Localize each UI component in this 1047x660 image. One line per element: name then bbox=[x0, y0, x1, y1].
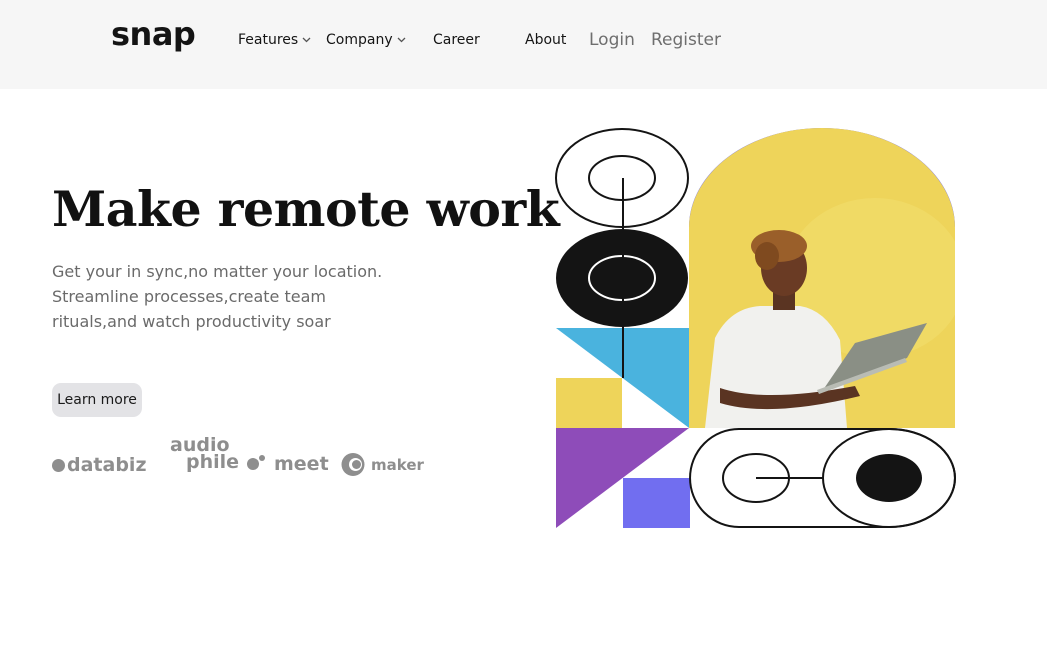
dot-icon bbox=[52, 459, 65, 472]
chevron-down-icon bbox=[302, 37, 311, 43]
hero-subtitle-line: Streamline processes,create team bbox=[52, 287, 326, 306]
hero-subtitle-line: Get your in sync,no matter your location… bbox=[52, 262, 383, 281]
maker-logo: maker bbox=[341, 452, 424, 477]
nav-company-label: Company bbox=[326, 32, 393, 48]
site-header: snap Features Company Career About Login… bbox=[0, 0, 1047, 89]
client-logos: databiz audio phile meet maker bbox=[52, 436, 432, 481]
capsule-outline-shape bbox=[689, 428, 956, 528]
yellow-square-shape bbox=[556, 378, 622, 428]
maker-mark-icon bbox=[341, 453, 365, 476]
dot-icon bbox=[259, 455, 265, 461]
meet-logo: meet bbox=[247, 453, 329, 475]
person-with-laptop-photo bbox=[689, 128, 955, 428]
maker-label: maker bbox=[371, 456, 424, 474]
meet-label: meet bbox=[274, 453, 329, 475]
chevron-down-icon bbox=[397, 37, 406, 43]
databiz-logo: databiz bbox=[52, 454, 147, 476]
hero-illustration bbox=[555, 128, 956, 528]
hero-title: Make remote work bbox=[52, 180, 560, 238]
nav-career[interactable]: Career bbox=[433, 30, 480, 50]
nav-features-label: Features bbox=[238, 32, 299, 48]
brand-logo[interactable]: snap bbox=[111, 14, 196, 54]
databiz-label: databiz bbox=[67, 454, 147, 476]
audiophile-label-bottom: phile bbox=[186, 451, 240, 473]
learn-more-button[interactable]: Learn more bbox=[52, 383, 142, 417]
hero-subtitle-line: rituals,and watch productivity soar bbox=[52, 312, 331, 331]
nav-about[interactable]: About bbox=[525, 30, 566, 50]
hero-subtitle: Get your in sync,no matter your location… bbox=[52, 259, 392, 334]
nav-features[interactable]: Features bbox=[238, 30, 311, 50]
dot-icon bbox=[247, 458, 259, 470]
nav-company[interactable]: Company bbox=[326, 30, 406, 50]
audiophile-logo: audio phile bbox=[170, 436, 240, 473]
login-link[interactable]: Login bbox=[589, 28, 635, 52]
purple-rect-shape bbox=[623, 478, 690, 528]
register-link[interactable]: Register bbox=[651, 28, 721, 52]
